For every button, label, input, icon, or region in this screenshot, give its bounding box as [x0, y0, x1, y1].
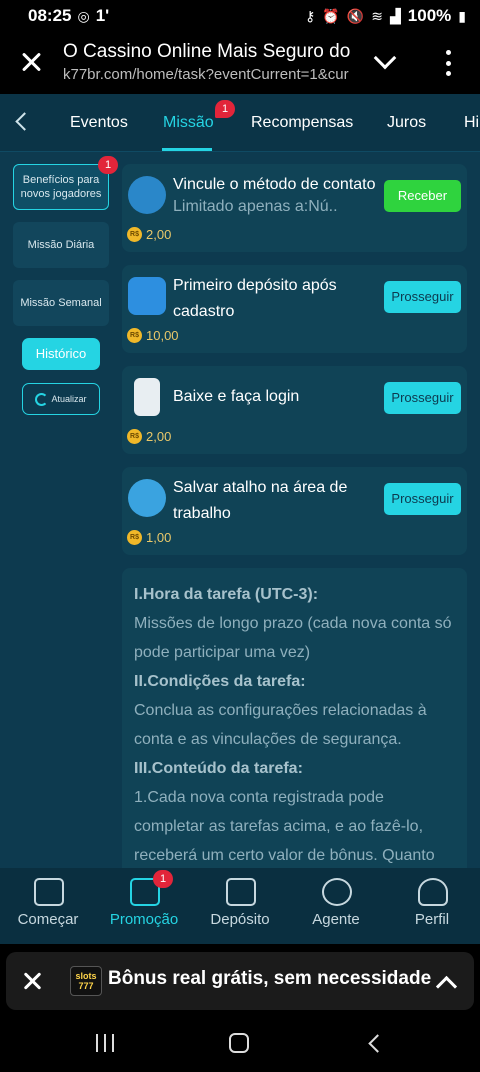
- alarm-icon: ⏰: [322, 7, 340, 24]
- key-icon: ⚷: [305, 7, 316, 24]
- nav-item-perfil[interactable]: Perfil: [384, 868, 480, 944]
- rules-heading: II.Condições da tarefa:: [134, 673, 306, 690]
- nav-item-comecar[interactable]: Começar: [0, 868, 96, 944]
- sidebar-item-weekly[interactable]: Missão Semanal: [13, 280, 109, 326]
- wifi-icon: ≋: [371, 7, 384, 24]
- task-reward: R$ 2,00: [127, 227, 171, 242]
- page-url[interactable]: k77br.com/home/task?eventCurrent=1&cur: [63, 66, 353, 83]
- reward-amount: 2,00: [146, 429, 172, 444]
- app-content: Eventos Missão 1 Recompensas Juros Hi Be…: [0, 94, 480, 944]
- currency-coin-icon: R$: [127, 429, 142, 444]
- task-reward: R$ 1,00: [127, 530, 171, 545]
- currency-coin-icon: R$: [127, 328, 142, 343]
- tab-missao[interactable]: Missão: [163, 114, 214, 132]
- more-options-icon[interactable]: [444, 50, 452, 76]
- back-chevron-icon[interactable]: [14, 114, 30, 130]
- promo-banner: slots 777 Bônus real grátis, sem necessi…: [0, 944, 480, 1014]
- task-card: Primeiro depósito após cadastro R$ 10,00…: [122, 265, 467, 353]
- rules-text: Missões de longo prazo (cada nova conta …: [134, 615, 452, 661]
- battery-level: 100%: [407, 6, 452, 25]
- contact-link-icon: [128, 176, 166, 214]
- nav-label: Perfil: [414, 911, 450, 928]
- proceed-button[interactable]: Prosseguir: [384, 483, 461, 515]
- page-title: O Cassino Online Mais Seguro do E: [63, 41, 353, 62]
- task-reward: R$ 10,00: [127, 328, 179, 343]
- chevron-up-icon[interactable]: [436, 974, 456, 990]
- history-button[interactable]: Histórico: [22, 338, 100, 370]
- whatsapp-icon: ◎: [77, 7, 90, 24]
- globe-icon: [128, 479, 166, 517]
- home-icon: [34, 878, 64, 906]
- wallet-icon: [226, 878, 256, 906]
- task-title: Primeiro depósito após cadastro: [173, 277, 337, 320]
- tab-historico-partial[interactable]: Hi: [464, 114, 479, 132]
- sidebar-item-new-players[interactable]: Benefícios para novos jogadores: [13, 164, 109, 210]
- reward-amount: 2,00: [146, 227, 172, 242]
- tab-bar: Eventos Missão 1 Recompensas Juros Hi: [0, 94, 480, 152]
- sidebar-item-label: Missão Diária: [27, 239, 95, 251]
- task-title: Baixe e faça login: [173, 388, 300, 405]
- chevron-down-icon[interactable]: [374, 50, 396, 72]
- proceed-button[interactable]: Prosseguir: [384, 281, 461, 313]
- sidebar-item-label: Benefícios para novos jogadores: [20, 174, 102, 200]
- download-phone-icon: [134, 378, 160, 416]
- sidebar-badge: 1: [98, 156, 118, 174]
- battery-icon: ▮: [458, 7, 466, 24]
- bottom-navigation: Começar Promoção 1 Depósito Agente Perfi…: [0, 868, 480, 944]
- nav-item-agente[interactable]: Agente: [288, 868, 384, 944]
- active-tab-indicator: [162, 148, 212, 151]
- profile-icon: [418, 878, 448, 906]
- rules-text: Conclua as configurações relacionadas à …: [134, 702, 427, 748]
- back-icon[interactable]: [366, 1034, 380, 1052]
- tab-juros[interactable]: Juros: [387, 114, 426, 132]
- receive-button[interactable]: Receber: [384, 180, 461, 212]
- nav-label: Promoção: [109, 911, 179, 928]
- status-time: 08:25: [28, 6, 72, 25]
- banner-text: Bônus real grátis, sem necessidade: [108, 968, 432, 989]
- agent-coins-icon: [322, 878, 352, 906]
- reward-amount: 1,00: [146, 530, 172, 545]
- close-icon[interactable]: [18, 48, 46, 76]
- nav-label: Depósito: [210, 911, 270, 928]
- promo-banner-card[interactable]: slots 777 Bônus real grátis, sem necessi…: [6, 952, 474, 1010]
- rules-heading: III.Conteúdo da tarefa:: [134, 760, 303, 777]
- task-card: Vincule o método de contato Limitado ape…: [122, 164, 467, 252]
- nav-label: Começar: [17, 911, 79, 928]
- refresh-icon: [35, 392, 49, 406]
- tab-eventos[interactable]: Eventos: [70, 114, 128, 132]
- close-icon[interactable]: [20, 969, 46, 995]
- nav-badge: 1: [153, 870, 173, 888]
- system-navigation-bar: [0, 1014, 480, 1072]
- sidebar-item-label: Missão Semanal: [20, 297, 102, 309]
- task-title: Vincule o método de contato: [173, 176, 376, 193]
- currency-coin-icon: R$: [127, 530, 142, 545]
- task-card: Salvar atalho na área de trabalho R$ 1,0…: [122, 467, 467, 555]
- recents-icon[interactable]: [96, 1034, 114, 1052]
- slots-logo: slots 777: [70, 966, 102, 996]
- nav-label: Agente: [312, 911, 360, 928]
- status-bar: 08:25 ◎ 1' ⚷ ⏰ 🔇 ≋ ▟ 100% ▮: [0, 0, 480, 32]
- signal-icon: ▟: [390, 7, 401, 24]
- sidebar-item-daily[interactable]: Missão Diária: [13, 222, 109, 268]
- tab-recompensas[interactable]: Recompensas: [251, 114, 353, 132]
- reward-amount: 10,00: [146, 328, 179, 343]
- mute-icon: 🔇: [346, 7, 365, 24]
- task-card: Baixe e faça login R$ 2,00 Prosseguir: [122, 366, 467, 454]
- home-button-icon[interactable]: [229, 1033, 249, 1053]
- nav-item-deposito[interactable]: Depósito: [192, 868, 288, 944]
- tab-badge: 1: [215, 100, 235, 118]
- rules-heading: I.Hora da tarefa (UTC-3):: [134, 586, 319, 603]
- rules-text: 1.Cada nova conta registrada pode comple…: [134, 789, 435, 864]
- task-subtitle: Limitado apenas a:Nú...: [173, 198, 338, 215]
- wallet-icon: [128, 277, 166, 315]
- task-title: Salvar atalho na área de trabalho: [173, 479, 348, 522]
- refresh-label: Atualizar: [51, 394, 87, 404]
- currency-coin-icon: R$: [127, 227, 142, 242]
- refresh-button[interactable]: Atualizar: [22, 383, 100, 415]
- proceed-button[interactable]: Prosseguir: [384, 382, 461, 414]
- custom-tab-toolbar: O Cassino Online Mais Seguro do E k77br.…: [0, 32, 480, 94]
- task-reward: R$ 2,00: [127, 429, 171, 444]
- status-temp: 1': [95, 6, 110, 25]
- nav-item-promocao[interactable]: Promoção: [96, 868, 192, 944]
